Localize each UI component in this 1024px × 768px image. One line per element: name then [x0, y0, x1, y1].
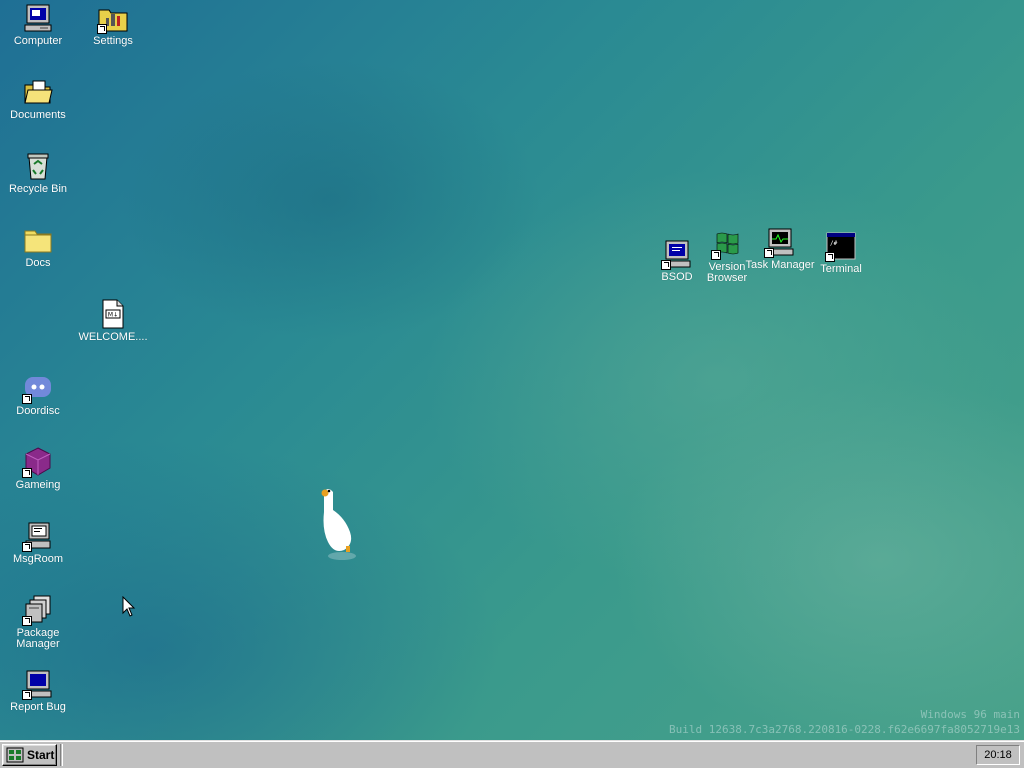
cube-icon	[22, 446, 54, 478]
shortcut-arrow-icon	[711, 250, 721, 260]
settings-icon	[97, 2, 129, 34]
doordisc-label: Doordisc	[16, 405, 60, 417]
msgroom-label: MsgRoom	[12, 553, 64, 565]
documents-label: Documents	[10, 109, 66, 121]
msgroom-icon-shortcut[interactable]: MsgRoom	[2, 520, 74, 565]
shortcut-arrow-icon	[22, 468, 32, 478]
clock[interactable]: 20:18	[984, 749, 1012, 761]
system-tray: 20:18	[976, 745, 1020, 765]
svg-text:M↓: M↓	[108, 312, 118, 319]
terminal-icon-shortcut[interactable]: /# Terminal	[805, 230, 877, 275]
shortcut-arrow-icon	[661, 260, 671, 270]
report-bug-label: Report Bug	[10, 701, 66, 713]
chat-computer-icon	[22, 520, 54, 552]
shortcut-arrow-icon	[825, 252, 835, 262]
markdown-file-icon: M↓	[97, 298, 129, 330]
documents-icon-shortcut[interactable]: Documents	[2, 76, 74, 121]
welcome-file-icon-shortcut[interactable]: M↓ WELCOME....	[77, 298, 149, 343]
package-icon	[22, 594, 54, 626]
shortcut-arrow-icon	[764, 248, 774, 258]
shortcut-arrow-icon	[97, 24, 107, 34]
computer-label: Computer	[13, 35, 63, 47]
computer-icon-shortcut[interactable]: Computer	[2, 2, 74, 47]
shortcut-arrow-icon	[22, 616, 32, 626]
terminal-label: Terminal	[820, 263, 862, 275]
settings-icon-shortcut[interactable]: Settings	[77, 2, 149, 47]
gameing-icon-shortcut[interactable]: Gameing	[2, 446, 74, 491]
package-manager-label: Package Manager	[16, 627, 60, 650]
start-button[interactable]: Start	[2, 744, 57, 766]
docs-label: Docs	[25, 257, 51, 269]
shortcut-arrow-icon	[22, 394, 32, 404]
report-bug-icon-shortcut[interactable]: Report Bug	[2, 668, 74, 713]
bsod-monitor-icon	[661, 238, 693, 270]
welcome-label: WELCOME....	[78, 331, 148, 343]
mouse-cursor-icon	[122, 595, 136, 618]
task-manager-icon	[764, 226, 796, 258]
taskbar: Start 20:18	[0, 740, 1024, 768]
terminal-icon: /#	[825, 230, 857, 262]
computer-icon	[22, 2, 54, 34]
recycle-bin-icon	[22, 150, 54, 182]
shortcut-arrow-icon	[22, 542, 32, 552]
svg-text:/#: /#	[830, 240, 838, 247]
windows-flag-icon	[711, 228, 743, 260]
gameing-label: Gameing	[15, 479, 61, 491]
folder-open-icon	[22, 76, 54, 108]
folder-icon	[22, 224, 54, 256]
docs-icon-shortcut[interactable]: Docs	[2, 224, 74, 269]
version-watermark-line1: Windows 96 main	[920, 708, 1020, 721]
start-label: Start	[27, 748, 55, 762]
discord-icon	[22, 372, 54, 404]
recycle-bin-icon-shortcut[interactable]: Recycle Bin	[2, 150, 74, 195]
taskbar-separator	[60, 744, 63, 766]
shortcut-arrow-icon	[22, 690, 32, 700]
settings-label: Settings	[93, 35, 133, 47]
start-logo-icon	[6, 747, 24, 763]
recycle-bin-label: Recycle Bin	[8, 183, 68, 195]
desktop-goose[interactable]	[316, 484, 366, 560]
doordisc-icon-shortcut[interactable]: Doordisc	[2, 372, 74, 417]
package-manager-icon-shortcut[interactable]: Package Manager	[2, 594, 74, 650]
monitor-icon	[22, 668, 54, 700]
version-watermark-line2: Build 12638.7c3a2768.220816-0228.f62e669…	[669, 723, 1020, 736]
